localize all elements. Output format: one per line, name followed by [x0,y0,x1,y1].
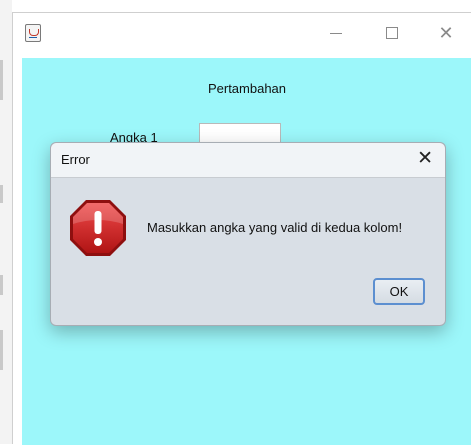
background-edge-mark [0,185,3,203]
dialog-message: Masukkan angka yang valid di kedua kolom… [147,220,403,235]
ok-button[interactable]: OK [373,278,425,305]
close-icon: ✕ [438,23,454,43]
error-dialog: Error ✕ Masukkan angka yang valid di ked… [50,142,446,326]
java-app-icon [25,24,41,42]
maximize-icon [386,27,398,39]
background-edge-mark [0,275,3,295]
close-button[interactable]: ✕ [423,13,469,53]
window-titlebar[interactable]: ✕ [13,13,471,53]
background-edge-mark [0,330,3,370]
dialog-close-button[interactable]: ✕ [417,149,433,169]
close-icon: ✕ [417,148,433,169]
dialog-title: Error [61,152,90,167]
minimize-button[interactable] [313,13,359,53]
background-edge-mark [0,60,3,100]
form-heading: Pertambahan [207,81,287,96]
dialog-titlebar[interactable]: Error ✕ [51,143,445,178]
maximize-button[interactable] [369,13,415,53]
minimize-icon [330,32,342,34]
error-octagon-icon [70,200,126,256]
background-window-edge [0,0,12,444]
